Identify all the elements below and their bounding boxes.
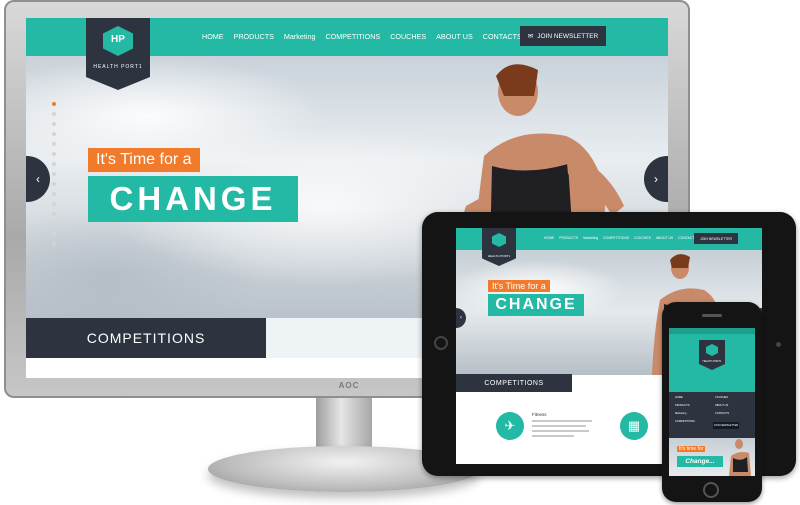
tablet-main-menu: HOME PRODUCTS Marketing COMPETITIONS COU…: [544, 236, 697, 240]
monitor-brand-logo: AOC: [338, 381, 360, 390]
phone-menu-column: HOME PRODUCTS Marketing COMPETITIONS: [675, 396, 695, 423]
phone-speaker: [702, 314, 722, 317]
phone-nav-item-contacts[interactable]: CONTACTS: [715, 412, 729, 415]
tablet-site-logo[interactable]: HEALTH PORT1: [482, 228, 516, 266]
slider-dots: [52, 102, 56, 246]
hero-tagline: It's Time for a: [88, 148, 200, 172]
nav-item-home[interactable]: HOME: [202, 32, 224, 41]
phone-nav-item-about[interactable]: ABOUT US: [715, 404, 729, 407]
nav-item-couches[interactable]: COUCHES: [390, 32, 426, 41]
logo-hexagon-icon: HP: [103, 26, 133, 56]
slider-dot[interactable]: [52, 152, 56, 156]
nav-item-competitions[interactable]: COMPETITIONS: [325, 32, 380, 41]
slider-prev-button[interactable]: ‹: [26, 156, 50, 202]
logo-brand-name: HEALTH PORT1: [93, 64, 143, 70]
slider-dot[interactable]: [52, 102, 56, 106]
slider-dot[interactable]: [52, 132, 56, 136]
slider-dot[interactable]: [52, 192, 56, 196]
nav-item-products[interactable]: PRODUCTS: [234, 32, 274, 41]
phone-nav-item-home[interactable]: HOME: [675, 396, 695, 399]
phone-home-button[interactable]: [703, 482, 719, 498]
phone-nav-item-couches[interactable]: COUCHES: [715, 396, 729, 399]
tablet-nav-item-couches[interactable]: COUCHES: [634, 236, 651, 240]
phone-menu-column: COUCHES ABOUT US CONTACTS: [715, 396, 729, 415]
nav-item-contacts[interactable]: CONTACTS: [483, 32, 522, 41]
arrow-left-icon: ‹: [460, 315, 462, 321]
arrow-left-icon: ‹: [36, 172, 40, 186]
arrow-right-icon: ›: [654, 172, 658, 186]
phone-runner-image: [729, 439, 751, 476]
slider-dot[interactable]: [52, 242, 56, 246]
logo-hexagon-icon: [492, 233, 506, 247]
slider-dot[interactable]: [52, 162, 56, 166]
newsletter-envelope-icon: ✉: [527, 33, 534, 40]
tablet-slider-prev-button[interactable]: ‹: [456, 308, 466, 328]
monitor-neck: [316, 398, 372, 450]
running-icon[interactable]: ✈: [496, 412, 524, 440]
phone-site-logo[interactable]: HEALTH PORT1: [699, 340, 725, 370]
tablet-logo-brand-name: HEALTH PORT1: [487, 254, 511, 258]
slider-dot[interactable]: [52, 182, 56, 186]
newsletter-label: JOIN NEWSLETTER: [537, 32, 599, 40]
phone-newsletter-button[interactable]: JOIN NEWSLETTER: [713, 422, 739, 429]
tablet-feature-title: Fitness: [532, 412, 547, 417]
slider-dot[interactable]: [52, 222, 56, 226]
tablet-home-button[interactable]: [434, 336, 448, 350]
phone-nav-item-marketing[interactable]: Marketing: [675, 412, 695, 415]
slider-dot[interactable]: [52, 202, 56, 206]
nav-item-about[interactable]: ABOUT US: [436, 32, 473, 41]
competitions-section-button[interactable]: COMPETITIONS: [26, 318, 266, 358]
tablet-nav-item-competitions[interactable]: COMPETITIONS: [603, 236, 629, 240]
logo-monogram: HP: [111, 34, 125, 45]
slider-next-button[interactable]: ›: [644, 156, 668, 202]
tablet-competitions-section-button[interactable]: COMPETITIONS: [456, 374, 572, 392]
phone-device: HEALTH PORT1 HOME PRODUCTS Marketing COM…: [662, 302, 762, 502]
calendar-icon[interactable]: ▦: [620, 412, 648, 440]
main-menu: HOME PRODUCTS Marketing COMPETITIONS COU…: [202, 32, 522, 41]
phone-hero-headline: Change...: [677, 456, 723, 467]
hero-headline: CHANGE: [88, 176, 298, 222]
logo-hexagon-icon: [706, 344, 718, 356]
tablet-hero-headline: CHANGE: [488, 294, 584, 316]
slider-dot[interactable]: [52, 212, 56, 216]
slider-dot[interactable]: [52, 142, 56, 146]
slider-dot[interactable]: [52, 112, 56, 116]
slider-dot[interactable]: [52, 122, 56, 126]
phone-logo-brand-name: HEALTH PORT1: [702, 360, 722, 363]
newsletter-button[interactable]: ✉ JOIN NEWSLETTER: [520, 26, 606, 46]
phone-header: HEALTH PORT1: [669, 334, 755, 392]
phone-nav-item-competitions[interactable]: COMPETITIONS: [675, 420, 695, 423]
phone-hero-tagline: It's time for: [677, 446, 706, 452]
phone-screen: HEALTH PORT1 HOME PRODUCTS Marketing COM…: [669, 328, 755, 476]
tablet-hero-tagline: It's Time for a: [488, 280, 550, 292]
slider-dot[interactable]: [52, 232, 56, 236]
tablet-nav-item-home[interactable]: HOME: [544, 236, 554, 240]
phone-nav-item-products[interactable]: PRODUCTS: [675, 404, 695, 407]
tablet-nav-item-about[interactable]: ABOUT US: [656, 236, 673, 240]
nav-item-marketing[interactable]: Marketing: [284, 32, 316, 41]
phone-menu: HOME PRODUCTS Marketing COMPETITIONS COU…: [669, 392, 755, 438]
tablet-nav-item-marketing[interactable]: Marketing: [583, 236, 598, 240]
site-logo[interactable]: HP HEALTH PORT1: [86, 18, 150, 90]
slider-dot[interactable]: [52, 172, 56, 176]
tablet-nav-item-products[interactable]: PRODUCTS: [559, 236, 578, 240]
tablet-feature-description: [532, 420, 592, 440]
tablet-newsletter-button[interactable]: JOIN NEWSLETTER: [694, 233, 738, 244]
tablet-camera: [776, 342, 781, 347]
